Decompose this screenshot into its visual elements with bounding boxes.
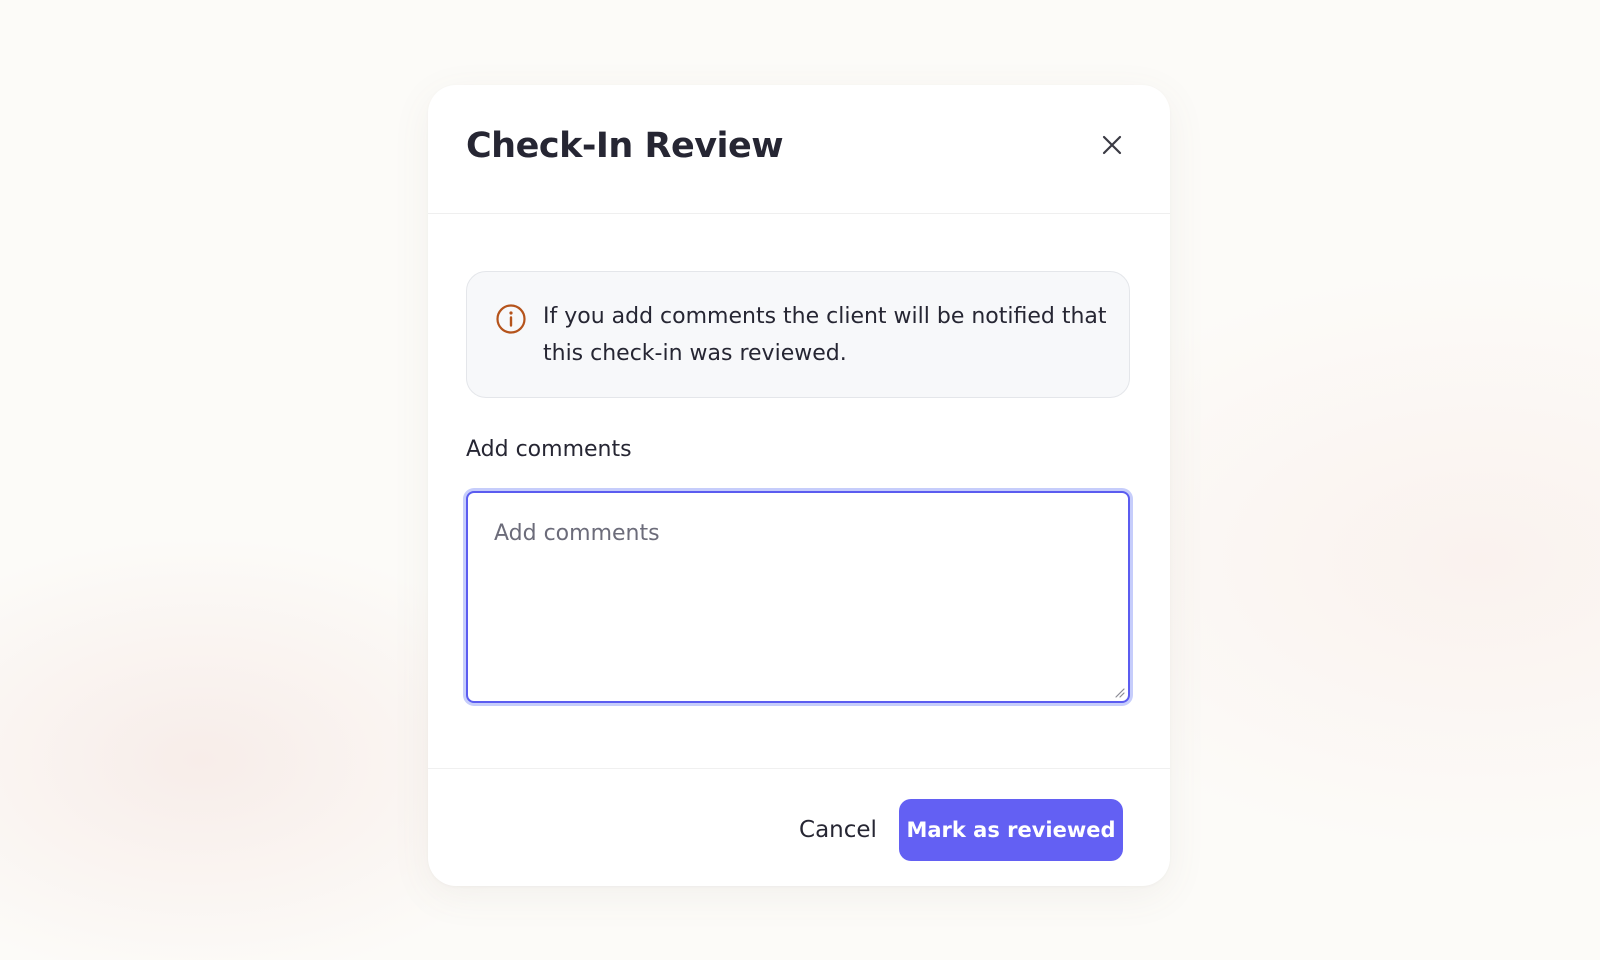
comments-label: Add comments — [466, 437, 632, 462]
close-button[interactable] — [1096, 129, 1128, 161]
resize-handle-icon[interactable] — [1113, 686, 1125, 698]
dialog-header: Check-In Review — [428, 85, 1170, 214]
info-notice-text: If you add comments the client will be n… — [543, 304, 1107, 366]
close-icon — [1096, 129, 1128, 161]
info-notice: If you add comments the client will be n… — [466, 271, 1130, 398]
mark-as-reviewed-button[interactable]: Mark as reviewed — [899, 799, 1123, 861]
dialog-footer: Cancel Mark as reviewed — [428, 768, 1170, 886]
comments-textarea[interactable] — [466, 491, 1130, 703]
comments-field — [466, 491, 1130, 703]
info-icon — [495, 303, 527, 335]
dialog-title: Check-In Review — [466, 126, 784, 166]
cancel-button[interactable]: Cancel — [768, 799, 908, 861]
check-in-review-dialog: Check-In Review If you add comments the … — [428, 85, 1170, 886]
